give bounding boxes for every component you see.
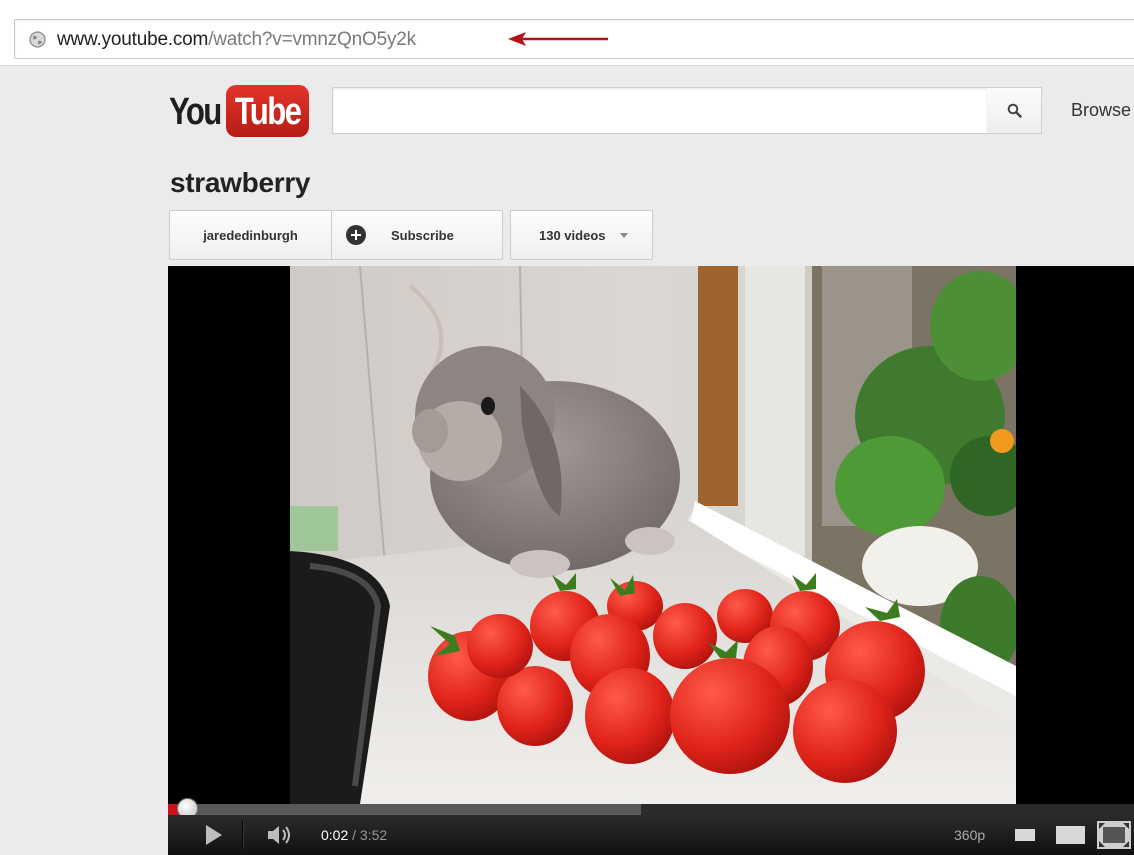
control-divider xyxy=(242,821,243,849)
search-input[interactable] xyxy=(332,87,988,134)
logo-tube: Tube xyxy=(234,91,302,133)
player-controls: 0:02 / 3:52 360p xyxy=(168,815,1134,855)
video-title: strawberry xyxy=(170,167,311,198)
time-display: 0:02 / 3:52 xyxy=(321,827,387,843)
logo-you: You xyxy=(169,91,222,133)
plus-circle-icon xyxy=(346,225,366,245)
speaker-icon[interactable] xyxy=(260,815,300,855)
browser-toolbar: www.youtube.com/watch?v=vmnzQnO5y2k xyxy=(0,0,1134,66)
quality-button[interactable]: 360p xyxy=(954,827,985,843)
subscribe-label: Subscribe xyxy=(391,227,454,243)
caret-down-icon xyxy=(619,232,628,238)
youtube-logo[interactable]: You Tube xyxy=(169,83,309,139)
subscribe-button[interactable]: Subscribe xyxy=(331,210,503,260)
current-time: 0:02 xyxy=(321,827,349,843)
progress-bar[interactable] xyxy=(168,798,1134,819)
video-frame[interactable] xyxy=(290,266,1016,804)
videos-dropdown[interactable]: 130 videos xyxy=(510,210,653,260)
magnifier-icon xyxy=(1007,103,1022,118)
channel-name-button[interactable]: jarededinburgh xyxy=(169,210,331,260)
url-host: www.youtube.com xyxy=(57,29,209,50)
time-separator: / xyxy=(348,827,360,843)
fullscreen-icon[interactable] xyxy=(1094,815,1134,855)
progress-buffered xyxy=(168,804,642,815)
browse-link[interactable]: Browse xyxy=(1071,100,1131,121)
search-button[interactable] xyxy=(987,87,1042,134)
url-path: /watch?v=vmnzQnO5y2k xyxy=(208,29,416,50)
video-player[interactable]: 0:02 / 3:52 360p xyxy=(168,266,1134,855)
duration: 3:52 xyxy=(359,827,388,843)
channel-bar: jarededinburgh Subscribe 130 videos xyxy=(169,210,653,260)
play-icon[interactable] xyxy=(194,815,230,855)
url-text[interactable]: www.youtube.com/watch?v=vmnzQnO5y2k xyxy=(57,29,416,51)
large-player-icon[interactable] xyxy=(1052,815,1088,855)
videos-count-label: 130 videos xyxy=(539,227,606,243)
small-player-icon[interactable] xyxy=(1012,815,1038,855)
globe-icon xyxy=(29,31,46,48)
annotation-arrow-icon xyxy=(508,32,608,46)
